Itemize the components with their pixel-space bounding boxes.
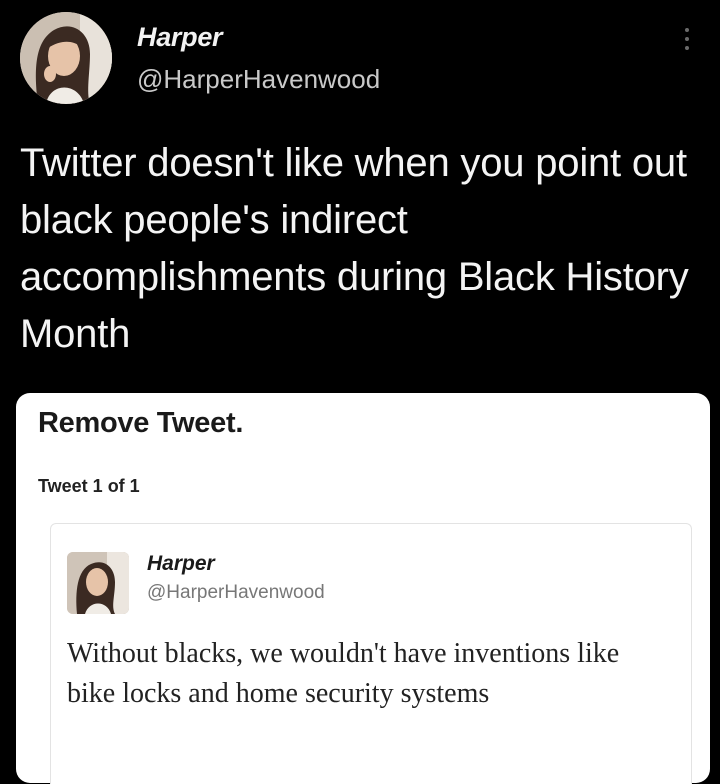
notice-title: Remove Tweet.: [38, 407, 244, 439]
more-dot: [685, 46, 689, 50]
avatar[interactable]: [20, 12, 112, 104]
more-vertical-icon[interactable]: [684, 28, 690, 50]
avatar-photo: [20, 12, 112, 104]
more-dot: [685, 28, 689, 32]
tweet-text: Twitter doesn't like when you point out …: [20, 141, 689, 356]
quoted-handle: @HarperHavenwood: [147, 582, 325, 603]
tweet-header: Harper @HarperHavenwood: [20, 12, 380, 112]
quoted-tweet-text: Without blacks, we wouldn't have inventi…: [67, 638, 620, 709]
removal-notice-card: Remove Tweet. Tweet 1 of 1 Harper @Harpe…: [16, 393, 710, 784]
more-dot: [685, 37, 689, 41]
author-names: Harper @HarperHavenwood: [137, 20, 380, 94]
quoted-avatar: [67, 552, 129, 614]
quoted-tweet: Harper @HarperHavenwood Without blacks, …: [50, 523, 692, 784]
quoted-display-name: Harper: [147, 552, 215, 575]
quoted-avatar-photo: [67, 552, 129, 614]
user-handle[interactable]: @HarperHavenwood: [137, 64, 380, 94]
notice-subtitle: Tweet 1 of 1: [38, 476, 140, 496]
display-name[interactable]: Harper: [137, 20, 380, 54]
tweet: Harper @HarperHavenwood Twitter doesn't …: [0, 0, 720, 784]
